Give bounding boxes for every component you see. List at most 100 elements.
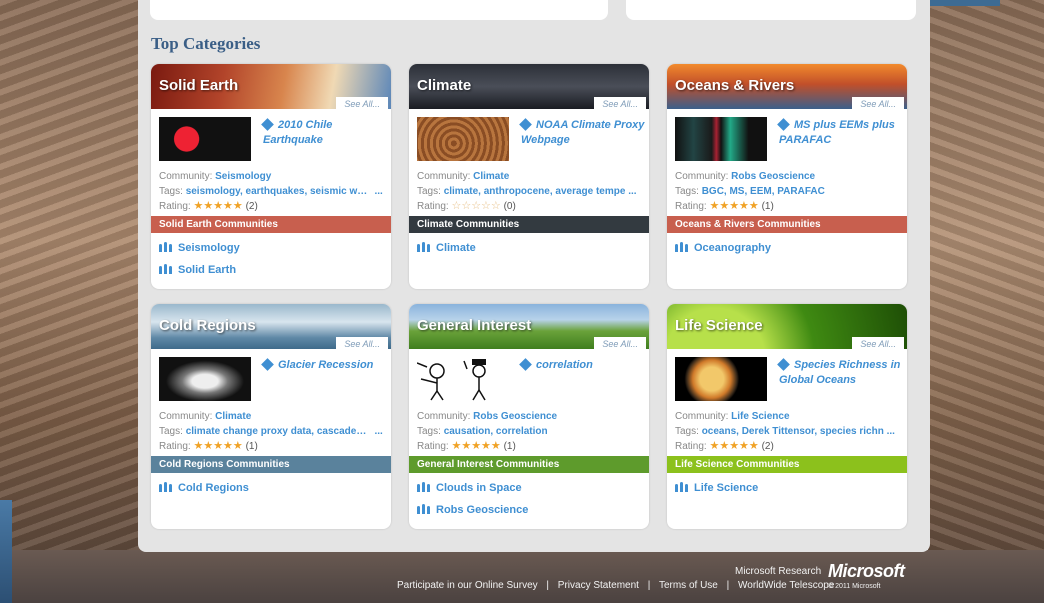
category-title[interactable]: Life Science — [675, 317, 763, 334]
banner-climate: Climate See All... — [409, 64, 649, 109]
featured-thumbnail[interactable] — [675, 357, 767, 401]
category-card-solid-earth: Solid Earth See All... 2010 Chile Earthq… — [151, 64, 391, 289]
footer-separator: | — [726, 580, 730, 591]
meta-community: Community: Climate — [159, 411, 252, 422]
featured-thumbnail[interactable] — [159, 117, 251, 161]
banner-life-science: Life Science See All... — [667, 304, 907, 349]
communities-header: Climate Communities — [409, 216, 649, 233]
tags-value[interactable]: climate, anthropocene, average tempe — [444, 184, 626, 199]
see-all-link[interactable]: See All... — [336, 97, 388, 109]
tags-value[interactable]: climate change proxy data, cascades, C — [186, 424, 372, 439]
community-item[interactable]: Seismology — [159, 237, 383, 259]
meta-rating: Rating: ★★★★★ (1) — [159, 440, 258, 452]
communities-list: Climate — [409, 233, 649, 259]
communities-list: Seismology Solid Earth — [151, 233, 391, 281]
star-rating-icon: ★★★★★ — [709, 200, 759, 212]
meta-rating: Rating: ★★★★★ (2) — [675, 440, 774, 452]
community-item[interactable]: Life Science — [675, 477, 899, 499]
top-panel-right — [626, 0, 916, 20]
featured-item: MS plus EEMs plus PARAFAC — [667, 109, 907, 169]
banner-cold-regions: Cold Regions See All... — [151, 304, 391, 349]
category-card-life-science: Life Science See All... Species Richness… — [667, 304, 907, 529]
community-link[interactable]: Seismology — [215, 171, 271, 182]
community-link[interactable]: Climate — [473, 171, 509, 182]
featured-link[interactable]: 2010 Chile Earthquake — [261, 118, 388, 148]
tags-value[interactable]: BGC, MS, EEM, PARAFAC — [702, 184, 825, 199]
tags-value[interactable]: causation, correlation — [444, 424, 548, 439]
background-rock-left — [0, 0, 145, 603]
community-link[interactable]: Life Science — [731, 411, 789, 422]
community-item[interactable]: Cold Regions — [159, 477, 383, 499]
category-title[interactable]: Cold Regions — [159, 317, 256, 334]
community-link[interactable]: Climate — [215, 411, 251, 422]
featured-item: 2010 Chile Earthquake — [151, 109, 391, 169]
featured-thumbnail[interactable] — [675, 117, 767, 161]
communities-header: General Interest Communities — [409, 456, 649, 473]
category-card-cold-regions: Cold Regions See All... Glacier Recessio… — [151, 304, 391, 529]
see-all-link[interactable]: See All... — [336, 337, 388, 349]
featured-link[interactable]: correlation — [519, 358, 646, 373]
copyright-text: © 2011 Microsoft — [828, 583, 881, 590]
community-link[interactable]: Robs Geoscience — [473, 411, 557, 422]
see-all-link[interactable]: See All... — [594, 337, 646, 349]
star-rating-icon: ☆☆☆☆☆ — [451, 200, 501, 212]
category-title[interactable]: General Interest — [417, 317, 531, 334]
category-title[interactable]: Climate — [417, 77, 471, 94]
meta-rating: Rating: ★★★★★ (1) — [675, 200, 774, 212]
category-card-climate: Climate See All... NOAA Climate Proxy We… — [409, 64, 649, 289]
tags-value[interactable]: oceans, Derek Tittensor, species richn — [702, 424, 884, 439]
communities-header: Solid Earth Communities — [151, 216, 391, 233]
stick-figures-icon — [417, 359, 486, 401]
microsoft-logo[interactable]: Microsoft — [828, 561, 905, 582]
people-icon — [159, 482, 173, 492]
section-title: Top Categories — [151, 34, 261, 53]
footer-link-survey[interactable]: Participate in our Online Survey — [397, 580, 538, 591]
community-item[interactable]: Oceanography — [675, 237, 899, 259]
featured-item: correlation — [409, 349, 649, 409]
category-title[interactable]: Oceans & Rivers — [675, 77, 794, 94]
people-icon — [675, 242, 689, 252]
content-icon — [261, 118, 274, 131]
tags-value[interactable]: seismology, earthquakes, seismic wave — [186, 184, 372, 199]
top-panel-left — [150, 0, 608, 20]
footer-separator: | — [546, 580, 550, 591]
people-icon — [159, 242, 173, 252]
category-title[interactable]: Solid Earth — [159, 77, 238, 94]
featured-link[interactable]: Glacier Recession — [261, 358, 388, 373]
communities-list: Clouds in Space Robs Geoscience — [409, 473, 649, 521]
community-item[interactable]: Robs Geoscience — [417, 499, 641, 521]
community-item[interactable]: Solid Earth — [159, 259, 383, 281]
featured-thumbnail[interactable] — [159, 357, 251, 401]
see-all-link[interactable]: See All... — [594, 97, 646, 109]
meta-tags: Tags: climate, anthropocene, average tem… — [417, 184, 637, 199]
meta-tags: Tags: oceans, Derek Tittensor, species r… — [675, 424, 895, 439]
people-icon — [417, 242, 431, 252]
featured-thumbnail[interactable] — [417, 357, 509, 401]
meta-community: Community: Robs Geoscience — [675, 171, 816, 182]
meta-community: Community: Life Science — [675, 411, 790, 422]
see-all-link[interactable]: See All... — [852, 97, 904, 109]
featured-link[interactable]: Species Richness in Global Oceans — [777, 358, 904, 388]
see-all-link[interactable]: See All... — [852, 337, 904, 349]
footer-link-wwt[interactable]: WorldWide Telescope — [738, 580, 834, 591]
ms-research-label: Microsoft Research — [735, 566, 822, 577]
banner-oceans-rivers: Oceans & Rivers See All... — [667, 64, 907, 109]
people-icon — [159, 264, 173, 274]
community-item[interactable]: Climate — [417, 237, 641, 259]
community-item[interactable]: Clouds in Space — [417, 477, 641, 499]
featured-link[interactable]: MS plus EEMs plus PARAFAC — [777, 118, 904, 148]
meta-community: Community: Climate — [417, 171, 510, 182]
featured-thumbnail[interactable] — [417, 117, 509, 161]
meta-tags: Tags: causation, correlation — [417, 424, 548, 439]
featured-link[interactable]: NOAA Climate Proxy Webpage — [519, 118, 646, 148]
star-rating-icon: ★★★★★ — [193, 200, 243, 212]
meta-tags: Tags: seismology, earthquakes, seismic w… — [159, 184, 383, 199]
meta-community: Community: Seismology — [159, 171, 272, 182]
featured-item: NOAA Climate Proxy Webpage — [409, 109, 649, 169]
footer-link-privacy[interactable]: Privacy Statement — [558, 580, 639, 591]
communities-list: Life Science — [667, 473, 907, 499]
community-link[interactable]: Robs Geoscience — [731, 171, 815, 182]
footer-links: Participate in our Online Survey | Priva… — [397, 580, 834, 591]
footer-link-terms[interactable]: Terms of Use — [659, 580, 718, 591]
content-icon — [519, 118, 532, 131]
